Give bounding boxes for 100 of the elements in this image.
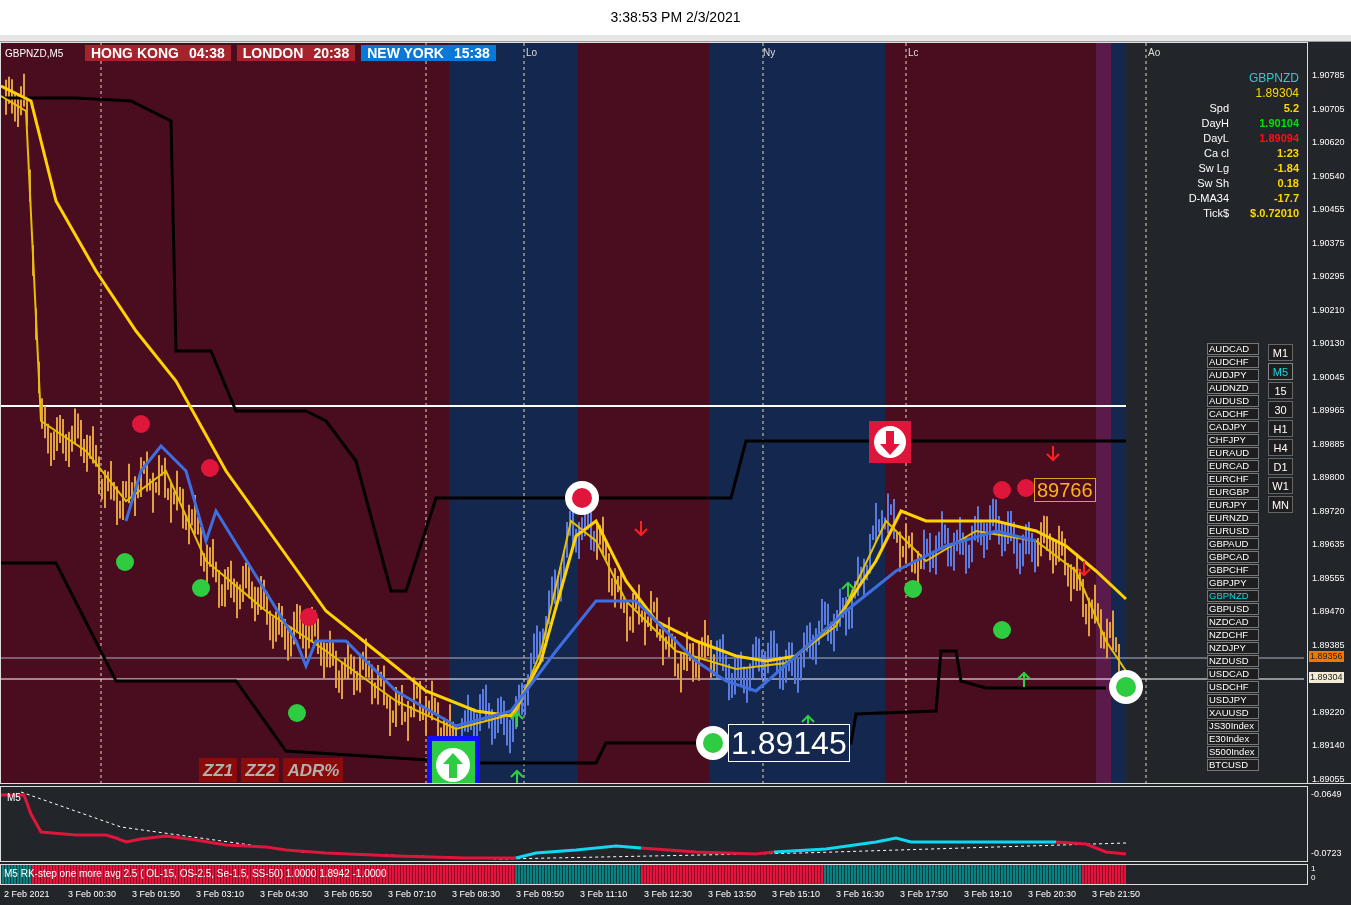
signal-dot-icon <box>288 704 306 722</box>
symbol-button[interactable]: BTCUSD <box>1207 759 1259 771</box>
oscillator-tick: -0.0723 <box>1310 846 1343 860</box>
tool-button[interactable]: ADR% <box>283 758 344 782</box>
symbol-button[interactable]: USDJPY <box>1207 694 1259 706</box>
symbol-button[interactable]: EURJPY <box>1207 499 1259 511</box>
time-tick: 3 Feb 11:10 <box>579 888 629 902</box>
time-tick: 3 Feb 07:10 <box>387 888 438 902</box>
symbol-button[interactable]: S500Index <box>1207 746 1259 758</box>
symbol-button[interactable]: EURAUD <box>1207 447 1259 459</box>
time-tick: 3 Feb 16:30 <box>835 888 886 902</box>
timeframe-button[interactable]: H1 <box>1268 420 1293 437</box>
price-tick: 1.90375 <box>1312 237 1345 248</box>
tool-button[interactable]: ZZ2 <box>241 758 280 782</box>
symbol-button[interactable]: GBPJPY <box>1207 577 1259 589</box>
signal-dot-icon <box>201 459 219 477</box>
price-tick: 1.89220 <box>1312 706 1345 717</box>
symbol-button[interactable]: CADCHF <box>1207 408 1259 420</box>
symbol-button[interactable]: XAUUSD <box>1207 707 1259 719</box>
symbol-button[interactable]: USDCAD <box>1207 668 1259 680</box>
price-callout: 89766 <box>1034 478 1096 502</box>
info-value: $.0.72010 <box>1249 206 1299 221</box>
time-tick: 2 Feb 2021 <box>3 888 51 902</box>
symbol-button[interactable]: AUDUSD <box>1207 395 1259 407</box>
symbol-button[interactable]: EURCHF <box>1207 473 1259 485</box>
buy-signal-icon <box>427 736 480 783</box>
price-label: 1.89145 <box>728 724 850 762</box>
symbol-button[interactable]: EURUSD <box>1207 525 1259 537</box>
time-tick: 3 Feb 20:30 <box>1027 888 1078 902</box>
time-tick: 3 Feb 08:30 <box>451 888 502 902</box>
symbol-button[interactable]: CADJPY <box>1207 421 1259 433</box>
price-tick: 1.89885 <box>1312 438 1345 449</box>
symbol-button[interactable]: GBPUSD <box>1207 603 1259 615</box>
price-tick: 1.90045 <box>1312 371 1345 382</box>
symbol-button[interactable]: NZDCHF <box>1207 629 1259 641</box>
timeframe-button[interactable]: 30 <box>1268 401 1293 418</box>
symbol-button[interactable]: GBPAUD <box>1207 538 1259 550</box>
symbol-button[interactable]: EURCAD <box>1207 460 1259 472</box>
ringed-dot-icon <box>565 481 599 515</box>
info-symbol: GBPNZD <box>1249 71 1299 86</box>
tool-button[interactable]: ZZ1 <box>199 758 238 782</box>
signal-dot-icon <box>300 608 318 626</box>
symbol-button[interactable]: AUDCAD <box>1207 343 1259 355</box>
symbol-button[interactable]: AUDNZD <box>1207 382 1259 394</box>
symbol-button[interactable]: AUDJPY <box>1207 369 1259 381</box>
time-tick: 3 Feb 19:10 <box>963 888 1014 902</box>
price-tick: 1.89470 <box>1312 606 1345 616</box>
info-label: Sw Sh <box>1197 176 1229 191</box>
strip-tick: 0 <box>1311 873 1317 882</box>
price-tick: 1.89635 <box>1312 539 1345 549</box>
symbol-button[interactable]: GBPCHF <box>1207 564 1259 576</box>
symbol-button[interactable]: CHFJPY <box>1207 434 1259 446</box>
symbol-button[interactable]: NZDUSD <box>1207 655 1259 667</box>
info-value: -17.7 <box>1272 191 1299 206</box>
info-label: D-MA34 <box>1188 191 1229 206</box>
down-arrow-icon <box>1046 445 1060 462</box>
down-arrow-icon <box>634 520 648 537</box>
session-clock: LONDON 20:38 <box>236 45 356 61</box>
symbol-button[interactable]: EURGBP <box>1207 486 1259 498</box>
up-arrow-icon <box>1017 671 1031 688</box>
price-tick: 1.89055 <box>1312 773 1345 784</box>
timeframe-button[interactable]: M5 <box>1268 363 1293 380</box>
time-tick: 3 Feb 17:50 <box>899 888 950 902</box>
timeframe-button[interactable]: D1 <box>1268 458 1293 475</box>
time-tick: 3 Feb 04:30 <box>259 888 310 902</box>
symbol-button[interactable]: GBPNZD <box>1207 590 1259 602</box>
symbol-button[interactable]: JS30Index <box>1207 720 1259 732</box>
price-tick: 1.90455 <box>1312 204 1345 214</box>
symbol-button[interactable]: USDCHF <box>1207 681 1259 693</box>
price-tick: 1.89965 <box>1312 405 1345 415</box>
price-tick: 1.89385 <box>1312 639 1345 650</box>
price-tick: 1.89800 <box>1312 472 1345 482</box>
info-label: Sw Lg <box>1198 161 1229 176</box>
info-label: Spd <box>1209 101 1229 116</box>
up-arrow-icon <box>841 581 855 598</box>
symbol-button[interactable]: NZDJPY <box>1207 642 1259 654</box>
timeframe-button[interactable]: H4 <box>1268 439 1293 456</box>
info-label: DayH <box>1201 116 1229 131</box>
time-tick: 3 Feb 21:50 <box>1091 888 1142 902</box>
info-price: 1.89304 <box>1255 86 1299 101</box>
symbol-button[interactable]: EURNZD <box>1207 512 1259 524</box>
price-tick: 1.90785 <box>1312 70 1345 80</box>
time-tick: 3 Feb 09:50 <box>515 888 566 902</box>
timeframe-button[interactable]: M1 <box>1268 344 1293 361</box>
info-value: 0.18 <box>1276 176 1299 191</box>
symbol-button[interactable]: AUDCHF <box>1207 356 1259 368</box>
current-price-tag: 1.89356 <box>1309 651 1344 662</box>
symbol-button[interactable]: GBPCAD <box>1207 551 1259 563</box>
timeframe-button[interactable]: MN <box>1268 496 1293 513</box>
price-tick: 1.90540 <box>1312 170 1345 181</box>
symbol-button[interactable]: E30Index <box>1207 733 1259 745</box>
clock-text: 3:38:53 PM 2/3/2021 <box>610 8 741 27</box>
timeframe-button[interactable]: 15 <box>1268 382 1293 399</box>
price-tick: 1.90210 <box>1312 304 1345 315</box>
ringed-dot-icon <box>696 726 730 760</box>
session-marker: Lc <box>908 46 919 60</box>
timeframe-button[interactable]: W1 <box>1268 477 1293 494</box>
time-tick: 3 Feb 13:50 <box>707 888 758 902</box>
symbol-button[interactable]: NZDCAD <box>1207 616 1259 628</box>
price-tick: 1.90295 <box>1312 271 1345 281</box>
